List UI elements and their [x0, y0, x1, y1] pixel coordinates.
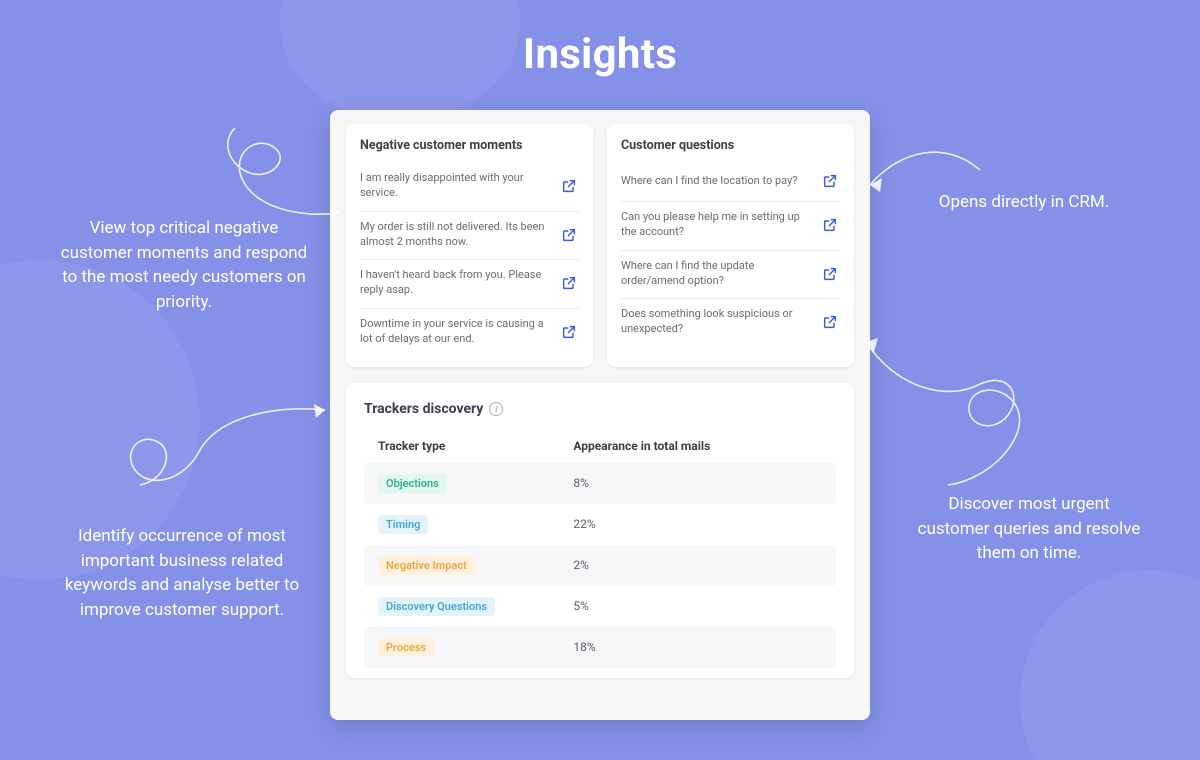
insights-panel: Negative customer moments I am really di… — [330, 110, 870, 720]
card-title-row: Trackers discovery i — [364, 401, 836, 417]
annotation-trackers: Identify occurrence of most important bu… — [46, 524, 318, 623]
open-in-crm-button[interactable] — [559, 273, 579, 293]
annotation-negative-moments: View top critical negative customer mome… — [54, 216, 314, 315]
item-text: I am really disappointed with your servi… — [360, 171, 551, 201]
annotation-customer-queries: Discover most urgent customer queries an… — [914, 492, 1144, 566]
customer-questions-card: Customer questions Where can I find the … — [607, 124, 854, 367]
list-item: Can you please help me in setting up the… — [621, 202, 840, 251]
external-link-icon — [561, 324, 577, 340]
card-title: Negative customer moments — [360, 138, 579, 153]
table-body: Objections 8% Timing 22% Negative Impact… — [364, 463, 836, 668]
item-text: Where can I find the update order/amend … — [621, 259, 812, 289]
column-header-appearance: Appearance in total mails — [573, 439, 710, 453]
tracker-tag: Timing — [378, 515, 428, 534]
external-link-icon — [561, 275, 577, 291]
open-in-crm-button[interactable] — [559, 176, 579, 196]
page-title: Insights — [0, 0, 1200, 79]
table-row: Objections 8% — [364, 463, 836, 504]
external-link-icon — [561, 227, 577, 243]
tracker-value: 8% — [573, 476, 589, 490]
tracker-tag: Process — [378, 638, 434, 657]
card-title: Trackers discovery — [364, 401, 483, 417]
list-item: I haven't heard back from you. Please re… — [360, 260, 579, 309]
trackers-table: Tracker type Appearance in total mails O… — [364, 431, 836, 668]
tracker-value: 18% — [573, 640, 595, 654]
item-text: I haven't heard back from you. Please re… — [360, 268, 551, 298]
item-text: Can you please help me in setting up the… — [621, 210, 812, 240]
open-in-crm-button[interactable] — [820, 264, 840, 284]
table-row: Discovery Questions 5% — [364, 586, 836, 627]
item-text: My order is still not delivered. Its bee… — [360, 220, 551, 250]
open-in-crm-button[interactable] — [820, 171, 840, 191]
tracker-value: 2% — [573, 558, 589, 572]
annotation-open-crm: Opens directly in CRM. — [904, 190, 1144, 215]
column-header-tracker-type: Tracker type — [378, 439, 573, 453]
bg-blob — [280, 0, 520, 120]
table-row: Negative Impact 2% — [364, 545, 836, 586]
open-in-crm-button[interactable] — [559, 225, 579, 245]
info-icon[interactable]: i — [489, 402, 503, 416]
bg-blob — [1020, 570, 1200, 760]
list-item: My order is still not delivered. Its bee… — [360, 212, 579, 261]
open-in-crm-button[interactable] — [820, 215, 840, 235]
list-item: I am really disappointed with your servi… — [360, 163, 579, 212]
list-item: Does something look suspicious or unexpe… — [621, 299, 840, 347]
tracker-tag: Negative Impact — [378, 556, 475, 575]
callout-arrow — [858, 330, 1038, 500]
trackers-discovery-card: Trackers discovery i Tracker type Appear… — [346, 383, 854, 678]
item-text: Downtime in your service is causing a lo… — [360, 317, 551, 347]
table-row: Process 18% — [364, 627, 836, 668]
external-link-icon — [822, 173, 838, 189]
open-in-crm-button[interactable] — [820, 312, 840, 332]
card-title: Customer questions — [621, 138, 840, 153]
list-item: Downtime in your service is causing a lo… — [360, 309, 579, 357]
table-header: Tracker type Appearance in total mails — [364, 431, 836, 463]
external-link-icon — [822, 266, 838, 282]
external-link-icon — [561, 178, 577, 194]
external-link-icon — [822, 314, 838, 330]
tracker-value: 5% — [573, 599, 589, 613]
tracker-tag: Objections — [378, 474, 447, 493]
negative-moments-card: Negative customer moments I am really di… — [346, 124, 593, 367]
tracker-value: 22% — [573, 517, 595, 531]
list-item: Where can I find the update order/amend … — [621, 251, 840, 300]
open-in-crm-button[interactable] — [559, 322, 579, 342]
callout-arrow — [190, 118, 350, 228]
item-text: Where can I find the location to pay? — [621, 174, 812, 189]
table-row: Timing 22% — [364, 504, 836, 545]
list-item: Where can I find the location to pay? — [621, 163, 840, 202]
item-text: Does something look suspicious or unexpe… — [621, 307, 812, 337]
tracker-tag: Discovery Questions — [378, 597, 495, 616]
external-link-icon — [822, 217, 838, 233]
